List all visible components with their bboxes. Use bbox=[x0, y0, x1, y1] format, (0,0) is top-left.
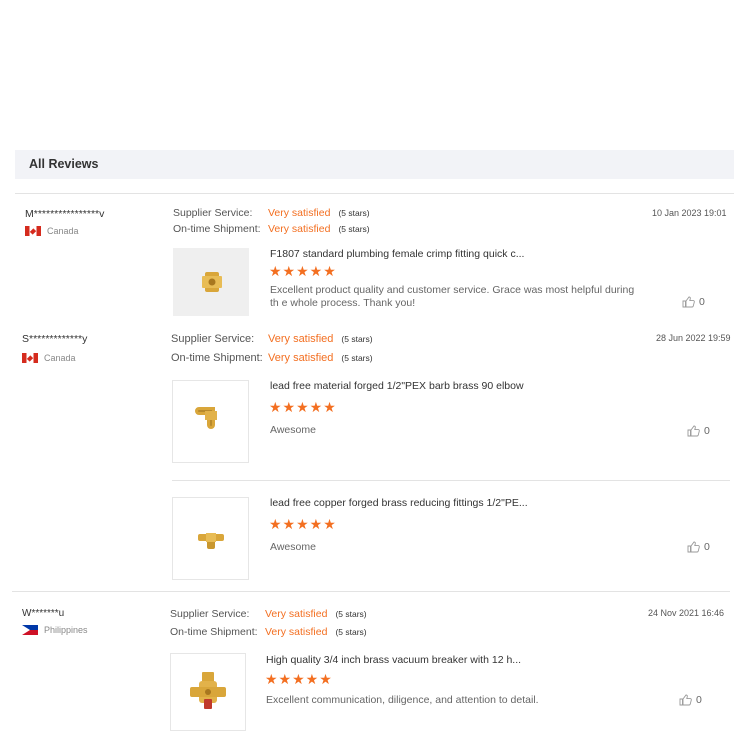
review-text: Excellent product quality and customer s… bbox=[270, 284, 635, 309]
product-image[interactable] bbox=[172, 380, 249, 463]
shipment-stars: (5 stars) bbox=[341, 353, 373, 363]
rating-summary: Supplier Service: Very satisfied (5 stars)… bbox=[170, 605, 367, 641]
star-rating: ★★★★★ bbox=[265, 671, 333, 687]
reviewer-name: M****************v bbox=[25, 208, 105, 220]
brass-tee-image bbox=[198, 533, 224, 549]
thumbs-up-icon bbox=[682, 296, 695, 308]
supplier-service-value: Very satisfied bbox=[265, 608, 328, 620]
reviewer-country: Canada bbox=[44, 353, 76, 364]
shipment-label: On-time Shipment: bbox=[173, 223, 261, 235]
supplier-service-stars: (5 stars) bbox=[338, 208, 370, 218]
reviewer-name: W*******u bbox=[22, 608, 65, 619]
shipment-label: On-time Shipment: bbox=[171, 352, 263, 364]
reviewer-name: S*************y bbox=[22, 333, 88, 345]
reviewer-country: Philippines bbox=[44, 625, 88, 636]
like-count: 0 bbox=[696, 694, 702, 707]
brass-elbow-image bbox=[195, 407, 217, 429]
like-count: 0 bbox=[699, 296, 705, 309]
supplier-service-stars: (5 stars) bbox=[335, 609, 367, 619]
shipment-label: On-time Shipment: bbox=[170, 626, 258, 638]
product-image[interactable] bbox=[170, 653, 246, 731]
review-date: 28 Jun 2022 19:59 bbox=[656, 333, 731, 343]
like-button[interactable]: 0 bbox=[682, 296, 705, 308]
product-title[interactable]: lead free copper forged brass reducing f… bbox=[270, 497, 528, 509]
like-count: 0 bbox=[704, 425, 710, 438]
supplier-service-label: Supplier Service: bbox=[173, 207, 253, 219]
shipment-value: Very satisfied bbox=[268, 352, 334, 364]
thumbs-up-icon bbox=[679, 694, 692, 706]
product-image[interactable] bbox=[173, 248, 249, 316]
review-date: 10 Jan 2023 19:01 bbox=[652, 208, 727, 218]
star-rating: ★★★★★ bbox=[269, 263, 337, 279]
reviewer-info: W*******u Philippines bbox=[22, 608, 88, 637]
star-rating: ★★★★★ bbox=[269, 516, 337, 532]
thumbs-up-icon bbox=[687, 425, 700, 437]
like-count: 0 bbox=[704, 541, 710, 554]
divider bbox=[12, 591, 730, 592]
reviewer-info: S*************y Canada bbox=[22, 333, 87, 364]
star-rating: ★★★★★ bbox=[269, 399, 337, 415]
review-date: 24 Nov 2021 16:46 bbox=[648, 608, 725, 618]
product-title[interactable]: F1807 standard plumbing female crimp fit… bbox=[270, 248, 524, 260]
review-text: Excellent communication, diligence, and … bbox=[266, 694, 539, 706]
shipment-value: Very satisfied bbox=[265, 626, 328, 638]
review-text: Awesome bbox=[270, 541, 316, 553]
supplier-service-label: Supplier Service: bbox=[170, 608, 250, 620]
canada-flag-icon bbox=[22, 353, 38, 364]
supplier-service-label: Supplier Service: bbox=[171, 333, 255, 345]
rating-summary: Supplier Service: Very satisfied (5 stars)… bbox=[171, 330, 373, 368]
like-button[interactable]: 0 bbox=[687, 541, 710, 553]
like-button[interactable]: 0 bbox=[687, 425, 710, 437]
supplier-service-stars: (5 stars) bbox=[341, 334, 373, 344]
review-text: Awesome bbox=[270, 424, 316, 436]
divider bbox=[15, 193, 734, 194]
shipment-stars: (5 stars) bbox=[338, 224, 370, 234]
reviewer-country: Canada bbox=[47, 226, 79, 237]
shipment-stars: (5 stars) bbox=[335, 627, 367, 637]
supplier-service-value: Very satisfied bbox=[268, 207, 331, 219]
rating-summary: Supplier Service: Very satisfied (5 stars)… bbox=[173, 205, 370, 237]
section-title: All Reviews bbox=[29, 157, 99, 171]
product-title[interactable]: lead free material forged 1/2"PEX barb b… bbox=[270, 380, 524, 392]
reviews-header: All Reviews bbox=[15, 150, 734, 179]
like-button[interactable]: 0 bbox=[679, 694, 702, 706]
philippines-flag-icon bbox=[22, 625, 38, 636]
thumbs-up-icon bbox=[687, 541, 700, 553]
product-image[interactable] bbox=[172, 497, 249, 580]
divider bbox=[172, 480, 730, 481]
canada-flag-icon bbox=[25, 226, 41, 237]
brass-fitting-image bbox=[202, 272, 222, 292]
vacuum-breaker-image bbox=[190, 672, 226, 709]
product-title[interactable]: High quality 3/4 inch brass vacuum break… bbox=[266, 654, 521, 666]
supplier-service-value: Very satisfied bbox=[268, 333, 334, 345]
shipment-value: Very satisfied bbox=[268, 223, 331, 235]
reviewer-info: M****************v Canada bbox=[25, 208, 104, 237]
